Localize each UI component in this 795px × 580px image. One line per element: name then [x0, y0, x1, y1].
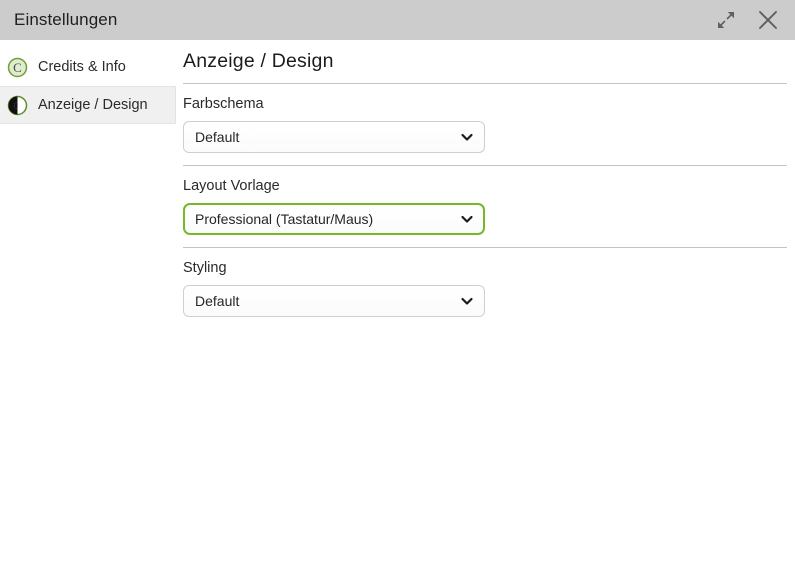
- main-panel: Anzeige / Design Farbschema Default Layo: [176, 40, 795, 580]
- field-label: Farbschema: [183, 96, 264, 112]
- window-body: C Credits & Info Anzeige / Design Anzeig…: [0, 40, 795, 580]
- sidebar-item-credits-info[interactable]: C Credits & Info: [0, 48, 176, 86]
- layout-vorlage-select[interactable]: Professional (Tastatur/Maus): [183, 203, 485, 235]
- select-wrapper: Default: [183, 285, 485, 317]
- copyright-circle-icon: C: [6, 56, 28, 78]
- styling-select[interactable]: Default: [183, 285, 485, 317]
- close-icon[interactable]: [755, 7, 781, 33]
- sidebar-item-anzeige-design[interactable]: Anzeige / Design: [0, 86, 176, 124]
- sidebar-item-label: Credits & Info: [38, 59, 126, 75]
- sidebar-item-label: Anzeige / Design: [38, 97, 148, 113]
- field-label: Layout Vorlage: [183, 178, 280, 194]
- sidebar: C Credits & Info Anzeige / Design: [0, 40, 176, 580]
- page-title: Anzeige / Design: [183, 50, 334, 72]
- settings-window: Einstellungen C Credits & Info Anzeige /…: [0, 0, 795, 580]
- svg-text:C: C: [13, 60, 22, 75]
- field-group-layout-vorlage: Layout Vorlage Professional (Tastatur/Ma…: [183, 166, 787, 247]
- title-bar-actions: [713, 7, 781, 33]
- select-wrapper: Default: [183, 121, 485, 153]
- farbschema-select[interactable]: Default: [183, 121, 485, 153]
- expand-arrows-icon[interactable]: [713, 7, 739, 33]
- field-group-farbschema: Farbschema Default: [183, 84, 787, 165]
- title-bar: Einstellungen: [0, 0, 795, 40]
- field-label: Styling: [183, 260, 227, 276]
- field-group-styling: Styling Default: [183, 248, 787, 329]
- contrast-circle-icon: [6, 94, 28, 116]
- select-wrapper: Professional (Tastatur/Maus): [183, 203, 485, 235]
- window-title: Einstellungen: [14, 10, 118, 29]
